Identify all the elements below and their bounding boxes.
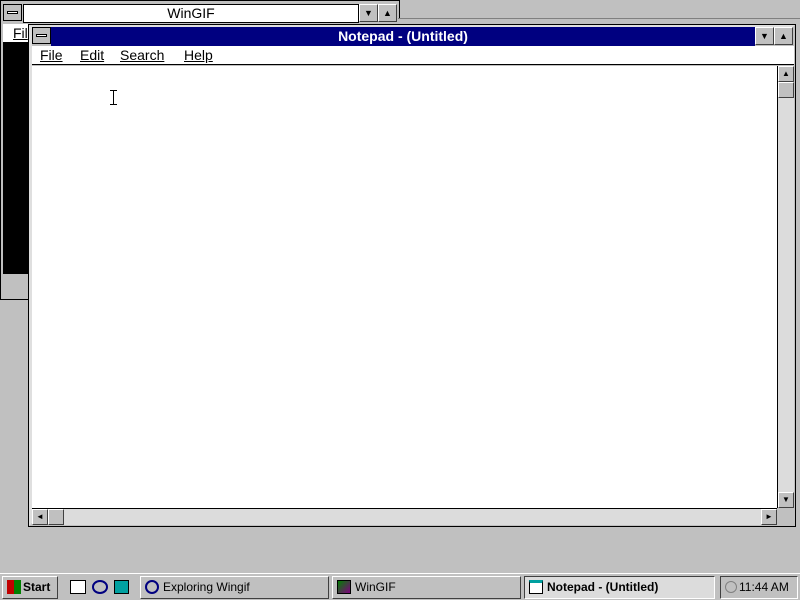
notepad-title-bar[interactable]: Notepad - (Untitled) [51,27,755,46]
find-icon[interactable] [92,580,108,594]
clock[interactable]: 11:44 AM [739,580,789,594]
task-wingif[interactable]: WinGIF [332,576,521,599]
speaker-icon[interactable] [725,580,737,593]
menu-search-label: Search [120,47,165,63]
task-label: Notepad - (Untitled) [547,580,659,594]
printer-icon[interactable] [70,580,86,594]
windows-logo-icon [7,579,21,594]
scroll-up-button[interactable]: ▲ [778,66,794,82]
notepad-system-menu-icon[interactable] [32,27,51,44]
task-notepad[interactable]: Notepad - (Untitled) [524,576,715,599]
wingif-icon [337,579,351,594]
scroll-right-icon: ► [765,512,773,521]
wingif-maximize-button[interactable]: ▲ [378,4,397,22]
horizontal-scrollbar[interactable]: ◄ ► [32,508,777,525]
notepad-icon [529,579,543,594]
start-button[interactable]: Start [2,576,58,599]
task-label: Exploring Wingif [163,580,250,594]
menu-edit[interactable]: Edit [80,46,104,64]
scroll-right-button[interactable]: ► [761,509,777,525]
wingif-client-area [3,42,29,274]
scroll-left-button[interactable]: ◄ [32,509,48,525]
system-tray: 11:44 AM [720,576,798,599]
wingif-system-menu-icon[interactable] [3,4,22,21]
quick-launch-bar [62,577,136,598]
notepad-maximize-button[interactable]: ▲ [774,27,793,45]
menu-edit-label: Edit [80,47,105,63]
maximize-icon: ▲ [383,8,392,18]
menu-search[interactable]: Search [120,46,164,64]
notepad-text-area[interactable] [32,66,777,508]
minimize-icon: ▼ [364,8,373,18]
scrollbar-corner [777,508,794,525]
vertical-scrollbar[interactable]: ▲ ▼ [777,66,794,508]
maximize-icon: ▲ [779,31,788,41]
task-label: WinGIF [355,580,396,594]
scroll-left-icon: ◄ [36,512,44,521]
menu-file-label: File [40,47,63,63]
task-exploring-wingif[interactable]: Exploring Wingif [140,576,329,599]
scroll-down-icon: ▼ [782,495,790,504]
wingif-title: WinGIF [167,5,215,21]
scroll-up-icon: ▲ [782,69,790,78]
menu-help[interactable]: Help [184,46,213,64]
document-icon[interactable] [114,580,129,594]
menu-help-label: Help [184,47,213,63]
notepad-menubar: File Edit Search Help [32,46,794,65]
wingif-title-bar[interactable]: WinGIF [23,4,359,23]
wingif-minimize-button[interactable]: ▼ [359,4,378,22]
minimize-icon: ▼ [760,31,769,41]
horizontal-scroll-thumb[interactable] [48,509,64,525]
notepad-minimize-button[interactable]: ▼ [755,27,774,45]
vertical-scroll-thumb[interactable] [778,82,794,98]
notepad-title: Notepad - (Untitled) [338,28,468,44]
scroll-down-button[interactable]: ▼ [778,492,794,508]
ibeam-cursor-icon [110,90,117,105]
start-label: Start [23,580,51,594]
menu-file[interactable]: File [40,46,63,64]
wingif-menu-file[interactable]: Fil [13,24,28,42]
explorer-icon [145,579,159,594]
notepad-window[interactable]: Notepad - (Untitled) ▼ ▲ File Edit Searc… [28,24,796,527]
